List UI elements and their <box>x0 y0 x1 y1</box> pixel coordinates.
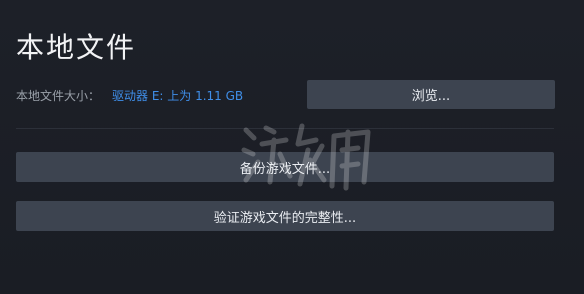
section-divider <box>16 128 554 129</box>
backup-game-files-button[interactable]: 备份游戏文件... <box>16 152 554 182</box>
page-title: 本地文件 <box>16 31 137 64</box>
browse-button[interactable]: 浏览... <box>307 80 555 109</box>
verify-game-files-button[interactable]: 验证游戏文件的完整性... <box>16 201 554 231</box>
file-size-label: 本地文件大小： <box>16 88 101 103</box>
file-size-value: 驱动器 E: 上为 1.11 GB <box>112 88 244 103</box>
local-files-panel: 本地文件 本地文件大小： 驱动器 E: 上为 1.11 GB 浏览... 备份游… <box>0 0 584 294</box>
local-file-size-row: 本地文件大小： 驱动器 E: 上为 1.11 GB <box>16 86 243 104</box>
